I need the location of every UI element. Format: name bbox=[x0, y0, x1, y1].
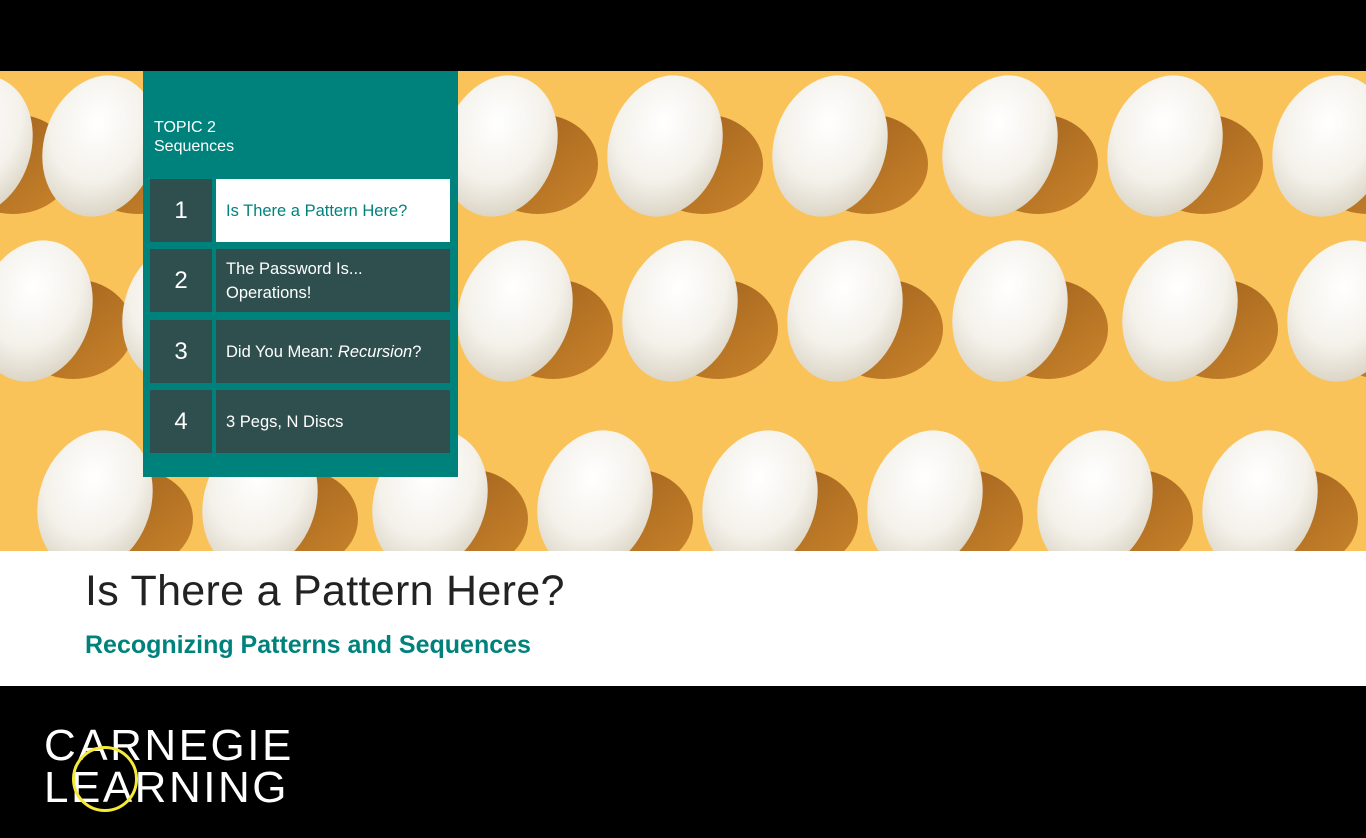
lesson-title-prefix: Did You Mean: bbox=[226, 342, 338, 361]
lesson-item-1[interactable]: 1 Is There a Pattern Here? bbox=[150, 179, 450, 242]
lesson-title: Is There a Pattern Here? bbox=[216, 179, 450, 242]
lesson-title-suffix: ? bbox=[412, 342, 422, 361]
lesson-item-4[interactable]: 4 3 Pegs, N Discs bbox=[150, 390, 450, 453]
lesson-number: 4 bbox=[150, 390, 212, 453]
page-subtitle: Recognizing Patterns and Sequences bbox=[85, 631, 531, 659]
top-black-bar bbox=[0, 0, 1366, 71]
egg bbox=[1272, 75, 1366, 217]
lesson-title: 3 Pegs, N Discs bbox=[216, 390, 450, 453]
footer: CARNEGIE LEARNING bbox=[0, 686, 1366, 838]
topic-name: Sequences bbox=[154, 138, 235, 155]
carnegie-learning-logo: CARNEGIE LEARNING bbox=[44, 720, 291, 820]
lesson-number: 2 bbox=[150, 249, 212, 312]
title-band: Is There a Pattern Here? Recognizing Pat… bbox=[0, 551, 1366, 686]
lesson-title-line1: The Password Is... bbox=[226, 259, 363, 278]
topic-heading: TOPIC 2 Sequences bbox=[154, 118, 234, 156]
lesson-item-2[interactable]: 2 The Password Is... Operations! bbox=[150, 249, 450, 312]
egg bbox=[1287, 240, 1366, 382]
topic-number: TOPIC 2 bbox=[154, 119, 216, 136]
lesson-item-3[interactable]: 3 Did You Mean: Recursion? bbox=[150, 320, 450, 383]
page-title: Is There a Pattern Here? bbox=[85, 567, 565, 615]
logo-ring-icon bbox=[72, 746, 138, 812]
lesson-title: The Password Is... Operations! bbox=[216, 249, 450, 312]
lesson-number: 3 bbox=[150, 320, 212, 383]
lesson-title: Did You Mean: Recursion? bbox=[216, 320, 450, 383]
lesson-number: 1 bbox=[150, 179, 212, 242]
lesson-title-emphasis: Recursion bbox=[337, 342, 413, 361]
lesson-title-line2: Operations! bbox=[226, 283, 312, 302]
topic-navigation-panel: TOPIC 2 Sequences 1 Is There a Pattern H… bbox=[143, 71, 458, 477]
